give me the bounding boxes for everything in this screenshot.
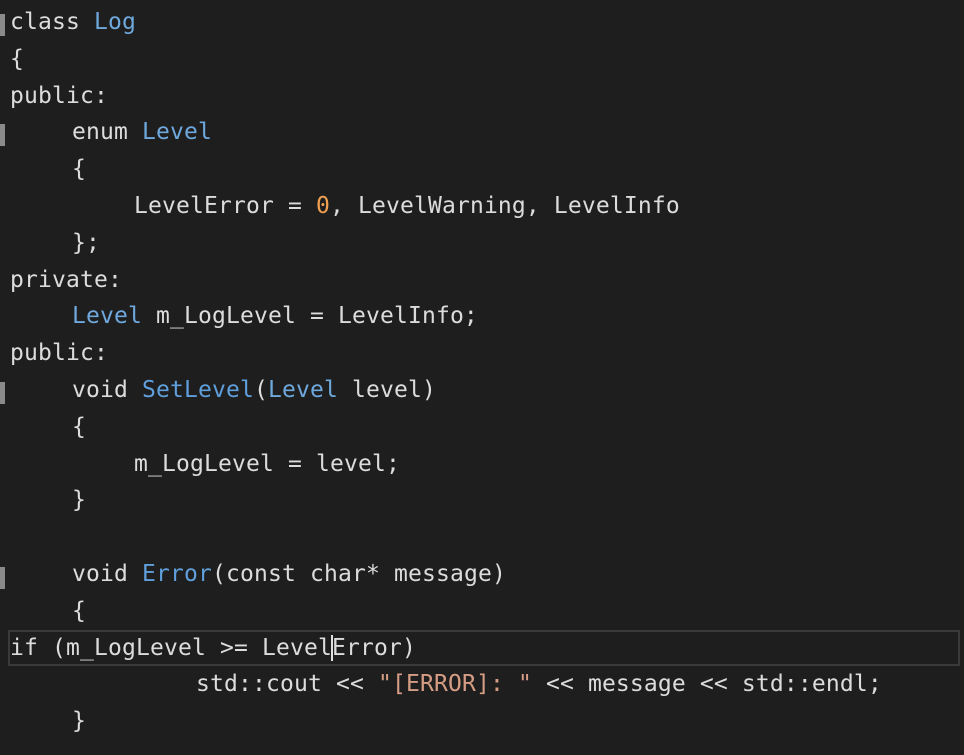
code-token: m_LogLevel = level; — [134, 450, 400, 477]
code-token: } — [72, 708, 86, 735]
code-token: "[ERROR]: " — [377, 671, 532, 698]
code-token: public: — [10, 82, 108, 109]
code-line[interactable]: { — [10, 593, 964, 630]
code-token: void — [72, 560, 128, 587]
code-line[interactable]: { — [10, 41, 964, 78]
code-line[interactable]: }; — [10, 225, 964, 262]
code-token: }; — [72, 229, 100, 256]
code-token: std::cout << — [196, 671, 378, 698]
code-token: (m_LogLevel >= Level — [38, 634, 332, 661]
code-line[interactable]: m_LogLevel = level; — [10, 446, 964, 483]
code-token: { — [72, 413, 86, 440]
code-token: { — [72, 156, 86, 183]
code-token: public: — [10, 340, 108, 367]
code-token: SetLevel — [142, 376, 254, 403]
code-token: LevelError = — [134, 192, 316, 219]
code-area[interactable]: class Log { public: enum Level { LevelError =… — [8, 4, 964, 740]
code-token: private: — [10, 266, 122, 293]
code-token: Level — [72, 303, 142, 330]
code-token: (const char* message) — [212, 560, 506, 587]
code-token: ( — [253, 376, 268, 403]
code-line[interactable]: void SetLevel(Level level) — [10, 372, 964, 409]
code-token: Level — [267, 376, 338, 403]
code-token: { — [72, 597, 86, 624]
code-token: enum — [72, 119, 128, 146]
code-token: Error) — [331, 634, 416, 661]
code-line[interactable]: Level m_LogLevel = LevelInfo; — [10, 298, 964, 335]
code-line[interactable]: void Error(const char* message) — [10, 556, 964, 593]
code-token: m_LogLevel = LevelInfo; — [142, 303, 478, 330]
code-token: } — [72, 487, 86, 514]
code-line[interactable]: public: — [10, 78, 964, 115]
code-line-current[interactable]: if (m_LogLevel >= LevelError) — [8, 629, 960, 667]
code-line[interactable]: } — [10, 703, 964, 740]
fold-marker-enum[interactable] — [0, 124, 5, 146]
code-line[interactable]: } — [10, 482, 964, 519]
code-token: void — [72, 376, 128, 403]
code-line[interactable]: LevelError = 0, LevelWarning, LevelInfo — [10, 188, 964, 225]
code-token: 0 — [315, 192, 330, 219]
fold-marker-error[interactable] — [0, 567, 5, 589]
code-line[interactable]: { — [10, 409, 964, 446]
fold-marker-class[interactable] — [0, 14, 5, 36]
code-line[interactable]: private: — [10, 262, 964, 299]
code-line[interactable]: std::cout << "[ERROR]: " << message << s… — [10, 666, 964, 703]
fold-marker-setlevel[interactable] — [0, 382, 5, 404]
code-token: , LevelWarning, LevelInfo — [329, 192, 680, 219]
code-line[interactable]: { — [10, 151, 964, 188]
code-editor[interactable]: class Log { public: enum Level { LevelError =… — [0, 0, 964, 755]
code-token: Log — [94, 9, 136, 35]
code-token: if — [10, 634, 38, 661]
code-token: Level — [142, 119, 212, 146]
code-token: Error — [142, 560, 212, 587]
code-token: class — [10, 9, 80, 35]
code-line[interactable]: class Log — [10, 4, 964, 41]
code-token: level) — [337, 376, 436, 403]
code-line[interactable]: public: — [10, 335, 964, 372]
code-line[interactable]: enum Level — [10, 114, 964, 151]
code-token: << message << std::endl; — [531, 671, 882, 698]
code-line[interactable] — [10, 519, 964, 556]
code-token: { — [10, 45, 24, 72]
